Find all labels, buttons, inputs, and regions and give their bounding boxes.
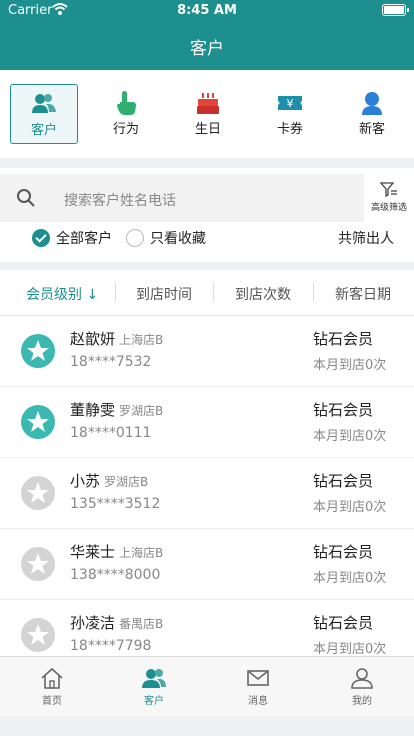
customer-store: 罗湖店B [119,404,164,418]
member-level: 钻石会员 [313,472,374,490]
divider [213,282,214,302]
customer-phone: 135****3512 [70,496,161,512]
sort-bar: 会员级别 ↓ 到店时间 到店次数 新客日期 [0,270,414,316]
svg-text:¥: ¥ [287,97,294,110]
coupon-icon: ¥ [278,96,302,110]
customer-name-line: 孙凌洁 番禺店B [70,612,163,633]
customer-name-line: 小苏 罗湖店B [70,470,148,491]
filter-icon [380,182,397,198]
teal-star-avatar-icon [21,334,55,368]
profile-icon [351,668,373,689]
customer-list: 赵歆妍 上海店B 18****7532 钻石会员 本月到店0次 董静雯 罗湖店B 1… [0,316,414,656]
bottom-tab-bar: 首页 客户 消息 我的 [0,656,414,716]
category-label: 新客 [358,122,385,137]
message-icon [247,670,269,686]
tab-label: 首页 [42,696,62,707]
list-item[interactable]: 孙凌洁 番禺店B 18****7798 钻石会员 本月到店0次 [0,600,414,656]
tab-profile[interactable]: 我的 [332,667,392,707]
search-icon [17,189,35,207]
gray-star-avatar-icon [21,476,55,510]
sort-member-level[interactable]: 会员级别 ↓ [26,284,98,304]
tab-messages[interactable]: 消息 [228,667,288,707]
customer-store: 上海店B [119,546,164,560]
customer-phone: 18****7798 [70,638,152,654]
gray-star-avatar-icon [21,547,55,581]
sort-new-customer-date[interactable]: 新客日期 [335,284,391,304]
customer-name: 孙凌洁 [70,614,116,632]
category-new-customer[interactable]: 新客 [338,84,406,144]
option-label: 只看收藏 [150,231,206,247]
divider [115,282,116,302]
monthly-visits: 本月到店0次 [313,500,387,515]
customers-icon [32,94,56,113]
tab-label: 我的 [352,696,372,707]
category-birthday[interactable]: 生日 [174,84,242,144]
status-bar: Carrier 8:45 AM [0,0,414,22]
member-level: 钻石会员 [313,330,374,348]
monthly-visits: 本月到店0次 [313,571,387,586]
category-customers[interactable]: 客户 [10,84,78,144]
search-placeholder: 搜索客户姓名电话 [64,193,176,209]
customer-store: 罗湖店B [104,475,149,489]
monthly-visits: 本月到店0次 [313,429,387,444]
customer-name-line: 赵歆妍 上海店B [70,328,163,349]
member-level: 钻石会员 [313,543,374,561]
radio-unchecked-icon [126,229,144,247]
filter-label: 高级筛选 [370,203,407,213]
search-section: 搜索客户姓名电话 高级筛选 全部客户 只看收藏 共筛出人 [0,168,414,262]
customer-name: 小苏 [70,472,101,490]
customer-store: 番禺店B [119,617,164,631]
member-level: 钻石会员 [313,614,374,632]
category-coupon[interactable]: ¥ 卡券 [256,84,324,144]
customer-phone: 18****7532 [70,354,152,370]
customer-name-line: 华莱士 上海店B [70,541,163,562]
list-item[interactable]: 小苏 罗湖店B 135****3512 钻石会员 本月到店0次 [0,458,414,529]
customers-icon [142,669,166,688]
member-level: 钻石会员 [313,401,374,419]
top-bar: Carrier 8:45 AM 客户 [0,0,414,70]
tab-label: 消息 [248,696,268,707]
sort-visit-time[interactable]: 到店时间 [136,284,192,304]
list-item[interactable]: 董静雯 罗湖店B 18****0111 钻石会员 本月到店0次 [0,387,414,458]
advanced-filter-button[interactable]: 高级筛选 [364,182,414,213]
pointer-hand-icon [117,91,136,115]
new-customer-icon [362,92,382,115]
category-label: 卡券 [276,122,303,137]
list-item[interactable]: 赵歆妍 上海店B 18****7532 钻石会员 本月到店0次 [0,316,414,387]
teal-star-avatar-icon [21,405,55,439]
home-icon [41,667,63,689]
category-behavior[interactable]: 行为 [92,84,160,144]
customer-name: 赵歆妍 [70,330,116,348]
customer-store: 上海店B [119,333,164,347]
category-label: 生日 [194,122,221,137]
battery-icon [382,4,409,16]
cake-icon [197,93,219,114]
monthly-visits: 本月到店0次 [313,358,387,373]
customer-phone: 18****0111 [70,425,152,441]
gray-star-avatar-icon [21,618,55,652]
customer-name: 董静雯 [70,401,116,419]
tab-home[interactable]: 首页 [22,667,82,707]
customer-phone: 138****8000 [70,567,161,583]
page-title: 客户 [190,39,224,59]
customer-name-line: 董静雯 罗湖店B [70,399,163,420]
category-label: 客户 [30,123,57,138]
status-time: 8:45 AM [177,3,237,18]
category-bar: 客户 行为 生日 ¥ 卡券 新客 [0,70,414,158]
tab-label: 客户 [144,696,164,707]
tab-customers[interactable]: 客户 [124,667,184,707]
favorites-only-option[interactable]: 只看收藏 [126,228,206,248]
search-input[interactable]: 搜索客户姓名电话 [0,174,364,222]
radio-checked-icon [32,229,50,247]
customer-name: 华莱士 [70,543,116,561]
monthly-visits: 本月到店0次 [313,642,387,656]
category-label: 行为 [112,122,139,137]
sort-visit-count[interactable]: 到店次数 [235,284,291,304]
option-label: 全部客户 [56,231,112,247]
divider [313,282,314,302]
list-item[interactable]: 华莱士 上海店B 138****8000 钻石会员 本月到店0次 [0,529,414,600]
filter-count-text: 共筛出人 [338,231,394,247]
all-customers-option[interactable]: 全部客户 [32,228,112,248]
